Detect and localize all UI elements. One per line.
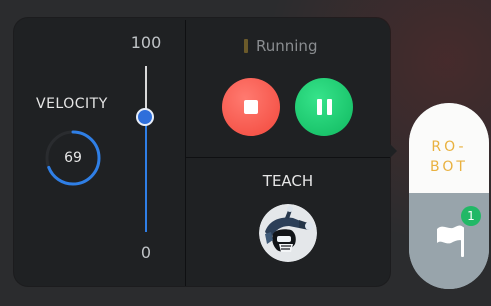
velocity-label: VELOCITY xyxy=(36,96,108,112)
teach-robot-avatar-icon xyxy=(259,204,317,262)
status-indicator: Running xyxy=(244,37,317,55)
stop-button[interactable] xyxy=(222,78,280,136)
pause-icon xyxy=(316,99,332,115)
panel-divider-horizontal xyxy=(186,157,390,158)
stop-icon xyxy=(244,100,258,114)
teach-button[interactable] xyxy=(259,204,317,262)
status-text: Running xyxy=(256,37,318,55)
teach-label: TEACH xyxy=(262,172,314,190)
robot-label: RO- BOT xyxy=(430,139,468,175)
velocity-slider-fill xyxy=(145,117,147,232)
panel-pointer xyxy=(390,144,397,158)
robot-panel[interactable]: RO- BOT xyxy=(409,103,489,289)
flag-icon[interactable] xyxy=(431,217,467,261)
status-bar-icon xyxy=(244,39,248,53)
pause-button[interactable] xyxy=(295,78,353,136)
velocity-value: 69 xyxy=(64,150,82,166)
panel-divider-vertical xyxy=(185,20,186,286)
slider-max-label: 100 xyxy=(130,33,162,52)
slider-min-label: 0 xyxy=(140,243,152,262)
notification-badge: 1 xyxy=(461,206,481,226)
